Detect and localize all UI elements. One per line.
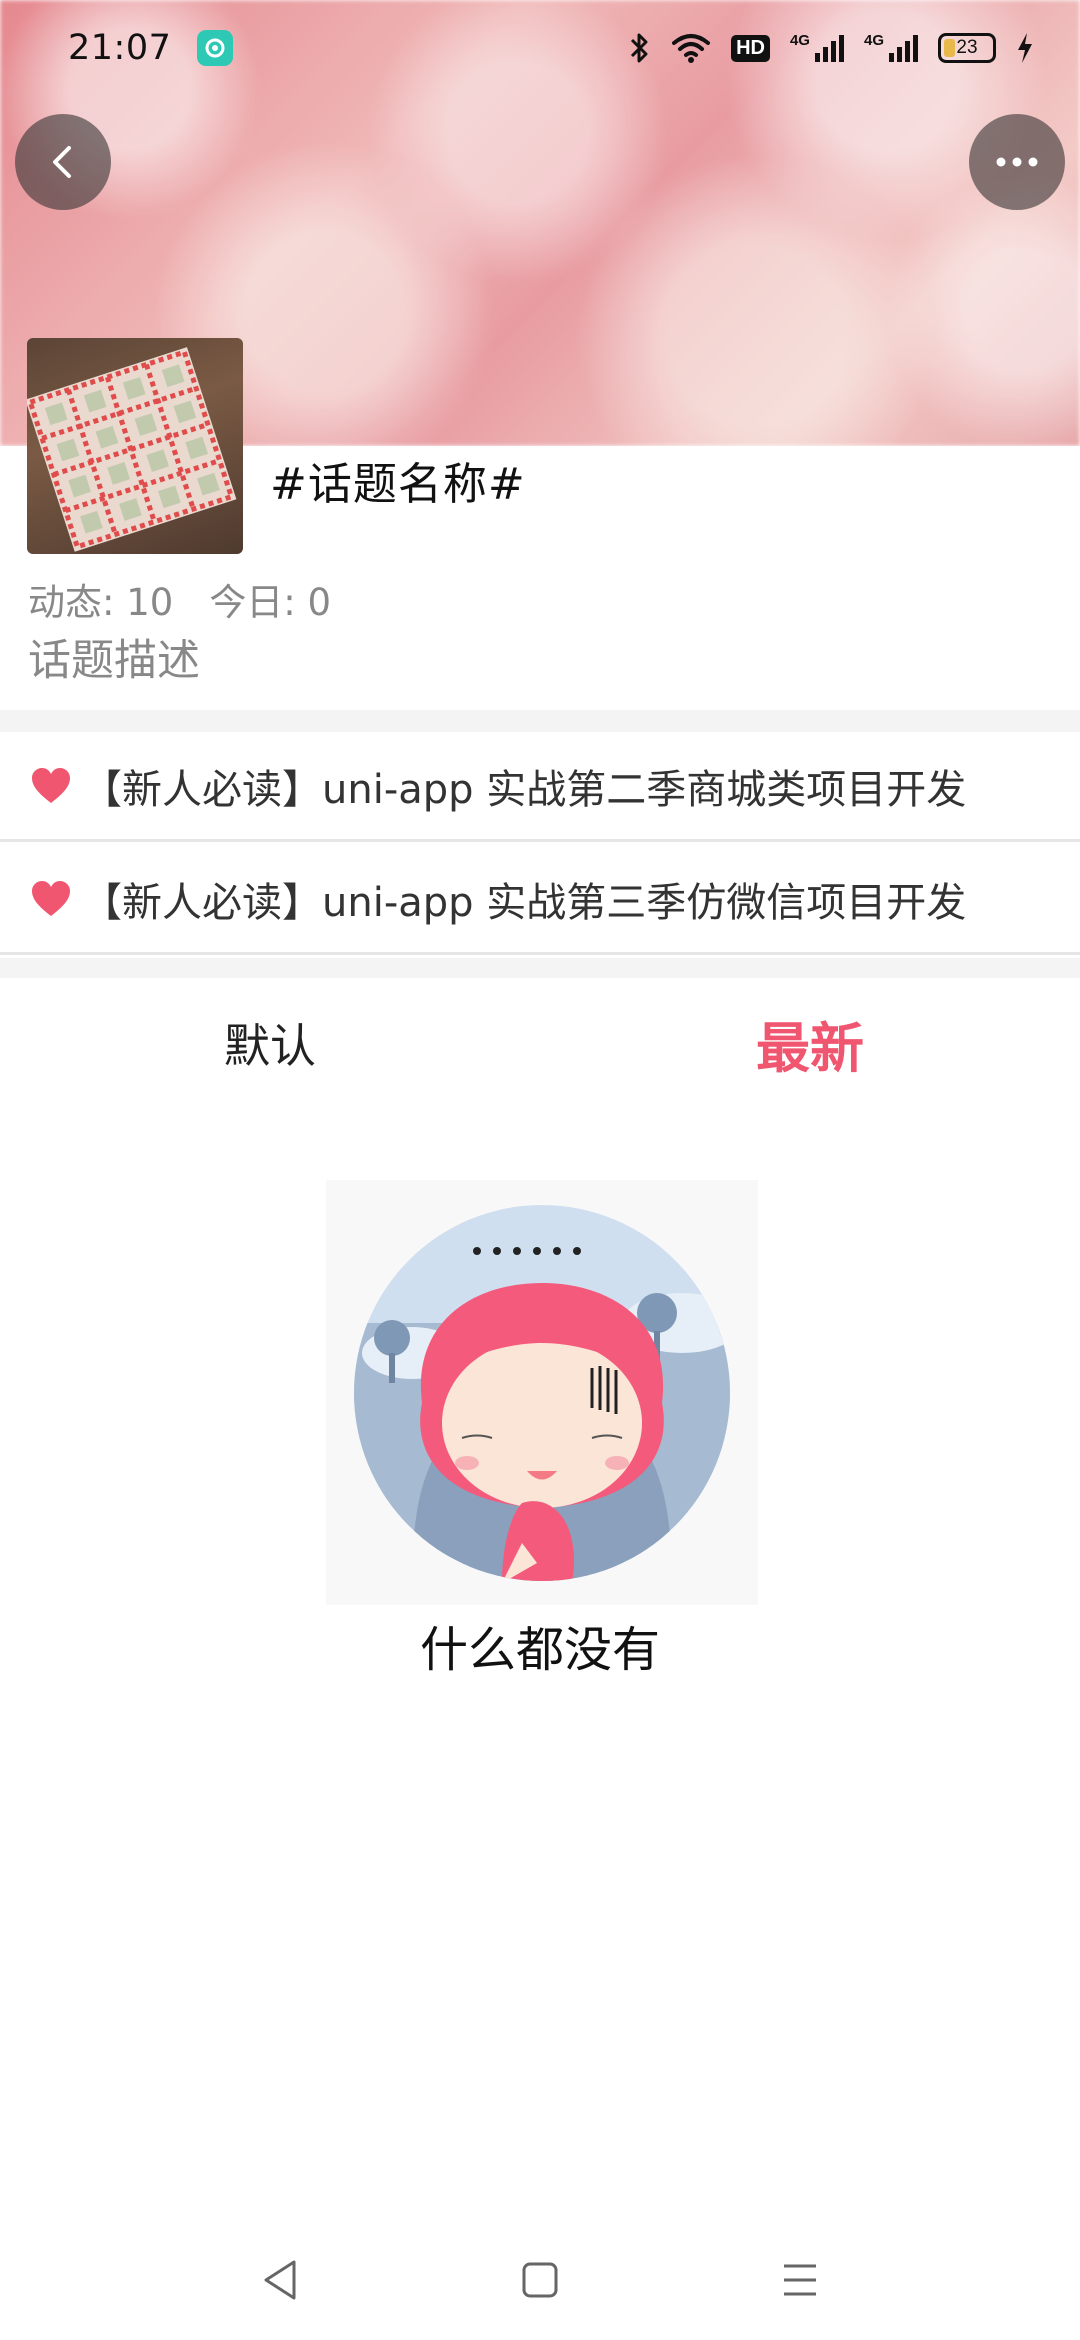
triangle-back-icon [264, 2260, 296, 2300]
charging-bolt-icon [1016, 32, 1034, 64]
network-type-label: 4G [863, 32, 884, 49]
section-divider [0, 710, 1080, 732]
tab-latest[interactable]: 最新 [540, 978, 1080, 1108]
tab-default[interactable]: 默认 [0, 978, 540, 1108]
nav-back-button[interactable] [240, 2240, 320, 2320]
nav-home-button[interactable] [500, 2240, 580, 2320]
topic-thumbnail [27, 338, 243, 554]
signal-icon: 4G [790, 33, 844, 63]
status-left: 21:07 [68, 28, 234, 68]
nav-menu-button[interactable] [760, 2240, 840, 2320]
hd-badge: HD [731, 34, 770, 62]
empty-state-illustration [326, 1180, 758, 1605]
status-time: 21:07 [68, 28, 172, 68]
heart-icon [32, 767, 70, 803]
pinned-post-title: 【新人必读】uni-app 实战第三季仿微信项目开发 [82, 879, 967, 926]
signal-icon: 4G [864, 33, 918, 63]
more-dots-icon [996, 157, 1038, 167]
battery-indicator: 23 [938, 33, 996, 63]
menu-lines-icon [784, 2264, 816, 2296]
section-divider [0, 958, 1080, 978]
posts-count: 动态: 10 [28, 581, 174, 624]
sort-tabs: 默认 最新 [0, 978, 1080, 1108]
today-count: 今日: 0 [209, 581, 332, 624]
wifi-icon [671, 32, 711, 64]
topic-title: #话题名称# [270, 459, 526, 510]
more-button[interactable] [969, 114, 1065, 210]
heart-icon [32, 880, 70, 916]
topic-description: 话题描述 [28, 636, 200, 686]
back-button[interactable] [15, 114, 111, 210]
battery-fill [944, 39, 955, 57]
pinned-post-title: 【新人必读】uni-app 实战第二季商城类项目开发 [82, 766, 967, 813]
app-notification-icon [197, 30, 234, 66]
system-nav-bar [0, 2220, 1080, 2340]
network-type-label: 4G [789, 32, 810, 49]
status-bar: 21:07 HD 4G 4G 23 [0, 0, 1080, 96]
pinned-post[interactable]: 【新人必读】uni-app 实战第二季商城类项目开发 [0, 732, 1080, 842]
pinned-post[interactable]: 【新人必读】uni-app 实战第三季仿微信项目开发 [0, 845, 1080, 955]
battery-level: 23 [956, 37, 978, 58]
chevron-left-icon [53, 146, 71, 178]
topic-stats: 动态: 10 今日: 0 [28, 572, 331, 626]
empty-state-text: 什么都没有 [419, 1622, 660, 1678]
bluetooth-icon [629, 31, 651, 65]
status-right: HD 4G 4G 23 [629, 31, 1034, 65]
square-home-icon [522, 2262, 558, 2298]
